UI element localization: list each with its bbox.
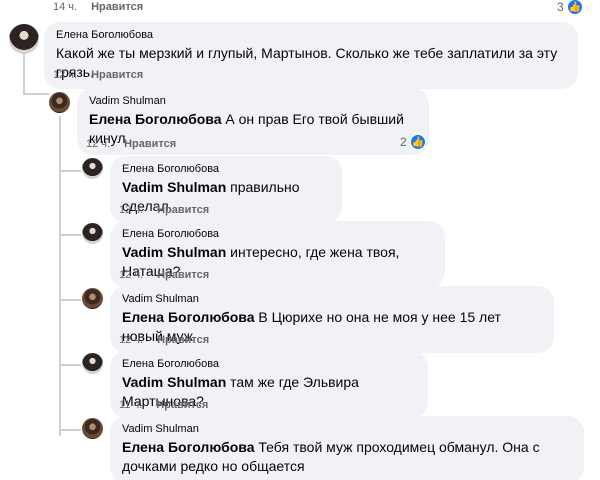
like-button[interactable]: Нравится <box>156 399 208 411</box>
mention-link[interactable]: Vadim Shulman <box>122 244 226 260</box>
comment-author[interactable]: Vadim Shulman <box>122 292 542 306</box>
like-button[interactable]: Нравится <box>157 204 209 216</box>
thread-line-main <box>23 50 25 95</box>
avatar[interactable] <box>82 158 103 179</box>
avatar[interactable] <box>49 92 70 113</box>
avatar[interactable] <box>82 418 103 439</box>
comment-author[interactable]: Елена Боголюбова <box>56 28 566 42</box>
reaction-count: 2 <box>400 135 407 149</box>
comment-time[interactable]: 12 ч. <box>86 138 110 150</box>
comment-author[interactable]: Елена Боголюбова <box>122 227 433 241</box>
avatar[interactable] <box>9 24 39 54</box>
mention-link[interactable]: Елена Боголюбова <box>89 111 222 127</box>
comment-author[interactable]: Vadim Shulman <box>89 94 417 108</box>
like-button[interactable]: Нравится <box>124 138 176 150</box>
thread-elbow <box>59 429 81 431</box>
top-comment-actions: 14 ч. Нравится <box>53 0 143 14</box>
comment-time[interactable]: 12 ч. <box>119 269 143 281</box>
thumbs-up-icon: 👍 <box>409 134 426 150</box>
reaction-count: 3 <box>557 0 564 14</box>
reaction-summary[interactable]: 3 👍 <box>557 0 583 15</box>
avatar[interactable] <box>82 223 103 244</box>
thread-line-elbow <box>23 93 49 95</box>
mention-link[interactable]: Vadim Shulman <box>122 374 226 390</box>
comment-text: Елена Боголюбова Тебя твой муж проходиме… <box>122 438 572 476</box>
comment-time[interactable]: 12 ч. <box>119 334 143 346</box>
thread-elbow <box>59 364 81 366</box>
mention-link[interactable]: Елена Боголюбова <box>122 439 255 455</box>
mention-link[interactable]: Елена Боголюбова <box>122 309 255 325</box>
comment-author[interactable]: Елена Боголюбова <box>122 357 416 371</box>
avatar[interactable] <box>82 288 103 309</box>
reaction-summary[interactable]: 2 👍 <box>400 134 426 150</box>
comment-time[interactable]: 12 ч. <box>53 69 77 81</box>
comment-actions: 12 ч. Нравится <box>119 333 209 347</box>
comment-time[interactable]: 12 ч. <box>119 204 143 216</box>
mention-link[interactable]: Vadim Shulman <box>122 179 226 195</box>
like-button[interactable]: Нравится <box>157 269 209 281</box>
like-button[interactable]: Нравится <box>157 334 209 346</box>
comment-actions: 11 ч. Нравится <box>119 398 208 412</box>
thread-line-reply <box>59 116 61 436</box>
thread-elbow <box>59 299 81 301</box>
comment-actions: 12 ч. Нравится <box>119 203 209 217</box>
comment-time[interactable]: 11 ч. <box>119 399 142 411</box>
comment-actions: 12 ч. Нравится <box>119 268 209 282</box>
like-button[interactable]: Нравится <box>91 69 143 81</box>
like-button[interactable]: Нравится <box>91 1 143 13</box>
comment-author[interactable]: Елена Боголюбова <box>122 162 330 176</box>
thumbs-up-icon: 👍 <box>566 0 583 15</box>
comment-bubble: Vadim Shulman Елена Боголюбова Тебя твой… <box>110 416 584 480</box>
comment-author[interactable]: Vadim Shulman <box>122 422 572 436</box>
comment-actions: 12 ч. Нравится <box>53 68 143 82</box>
thread-elbow <box>59 170 81 172</box>
thread-elbow <box>59 234 81 236</box>
comment-time[interactable]: 14 ч. <box>53 1 77 13</box>
comment-actions: 12 ч. Нравится <box>86 137 176 151</box>
avatar[interactable] <box>82 353 103 374</box>
